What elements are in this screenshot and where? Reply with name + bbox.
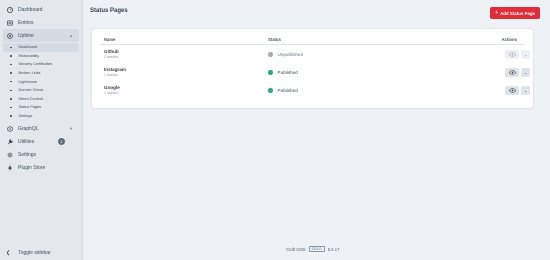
nav-item-label: Uptime [18,32,34,39]
wrench-icon [7,139,13,145]
nav-item-uptime[interactable]: Uptime ▲ [3,29,79,42]
nav-item-utilities[interactable]: Utilities 1 [3,135,79,148]
version-number: 5.6.17 [327,246,340,252]
chevron-left-icon: ❮ [6,250,11,256]
row-menu-button[interactable]: ⌄ [521,86,530,95]
status-cell: Unpublished [268,52,303,57]
gear-icon [7,152,13,158]
subnav-item-security-certificates[interactable]: Security Certificates [3,60,79,69]
entries-icon [7,20,13,26]
subnav-item-broken-links[interactable]: Broken Links [3,69,79,78]
view-button[interactable] [505,68,519,77]
subnav-label: Status Pages [18,105,42,110]
uptime-icon [7,32,13,39]
status-cell: Published [268,88,298,93]
subnav-label: Dashboard [18,45,38,50]
plug-icon [7,165,13,171]
header-divider [100,44,525,45]
column-header-status[interactable]: Status [268,37,281,42]
status-pages-table: Name Status Actions Github 1 monitor Unp… [92,29,533,108]
nav-item-label: Utilities [18,138,35,145]
subnav-item-mixed-content[interactable]: Mixed Content [3,95,79,104]
main-nav: Dashboard Entries Uptime ▲ Dashboard Rea… [0,0,82,174]
status-page-name[interactable]: Google [104,85,120,90]
status-page-name[interactable]: Instagram [104,67,126,72]
monitor-count: 1 monitor [104,91,119,95]
subnav-label: Mixed Content [18,96,43,101]
nav-item-label: Settings [18,151,37,158]
eye-icon [508,52,516,57]
nav-item-entries[interactable]: Entries [3,16,79,29]
subnav-item-lighthouse[interactable]: Lighthouse [3,77,79,86]
subnav-item-dashboard[interactable]: Dashboard [3,43,79,52]
subnav-item-status-pages[interactable]: Status Pages [3,103,79,112]
app-footer: Craft CMS SOLO 5.6.17 [286,246,339,252]
product-name: Craft CMS [286,246,306,252]
column-header-actions: Actions [501,37,517,42]
status-page-name[interactable]: Github [104,49,119,54]
chevron-up-icon[interactable]: ▲ [69,33,73,38]
view-button[interactable] [505,86,519,95]
table-row: Instagram 1 monitor Published ⌄ [92,67,533,85]
chevron-down-icon: ⌄ [523,52,528,57]
add-status-page-button[interactable]: + Add Status Page [490,7,540,19]
nav-item-graphql[interactable]: GraphQL ▼ [3,122,79,135]
subnav-label: Lighthouse [18,79,38,84]
chevron-down-icon: ⌄ [523,70,528,75]
utilities-badge: 1 [58,138,65,146]
subnav-label: Reachability [18,53,40,58]
table-row: Github 1 monitor Unpublished ⌄ [92,49,533,67]
subnav-item-reachability[interactable]: Reachability [3,52,79,61]
status-label: Published [277,70,298,75]
page-title: Status Pages [90,8,128,14]
nav-item-label: Plugin Store [18,164,46,171]
nav-item-dashboard[interactable]: Dashboard [3,3,79,16]
chevron-down-icon: ⌄ [523,88,528,93]
view-button[interactable] [505,50,519,59]
subnav-item-settings[interactable]: Settings [3,112,79,121]
row-menu-button[interactable]: ⌄ [521,68,530,77]
nav-item-settings[interactable]: Settings [3,148,79,161]
subnav-label: Settings [18,114,33,119]
chevron-down-icon[interactable]: ▼ [69,126,73,131]
nav-item-label: Dashboard [18,6,43,13]
uptime-subnav: Dashboard Reachability Security Certific… [0,43,82,120]
row-menu-button[interactable]: ⌄ [521,50,530,59]
eye-icon [508,70,516,75]
status-dot-icon [268,88,273,93]
status-cell: Published [268,70,298,75]
edition-badge: SOLO [308,246,325,252]
monitor-count: 1 monitor [104,73,119,77]
toggle-sidebar-label: Toggle sidebar [18,250,51,256]
toggle-sidebar-button[interactable]: ❮ Toggle sidebar [0,246,83,260]
graphql-icon [7,125,13,132]
subnav-label: Broken Links [18,71,41,76]
subnav-label: Security Certificates [18,62,53,67]
sidebar: Dashboard Entries Uptime ▲ Dashboard Rea… [0,0,83,260]
status-label: Unpublished [277,52,304,57]
gauge-icon [7,6,13,13]
page-header: Status Pages + Add Status Page [84,0,550,25]
monitor-count: 1 monitor [104,55,119,59]
subnav-item-domain-check[interactable]: Domain Check [3,86,79,95]
subnav-label: Domain Check [18,88,44,93]
nav-item-label: GraphQL [18,125,39,132]
plus-icon: + [495,10,499,16]
status-dot-icon [268,70,273,75]
add-status-page-label: Add Status Page [500,10,535,16]
table-row: Google 1 monitor Published ⌄ [92,85,533,103]
column-header-name[interactable]: Name [104,37,115,42]
status-label: Published [277,88,298,93]
status-dot-icon [268,52,273,57]
nav-item-label: Entries [18,19,34,26]
nav-item-plugin-store[interactable]: Plugin Store [3,161,79,174]
eye-icon [508,88,516,93]
